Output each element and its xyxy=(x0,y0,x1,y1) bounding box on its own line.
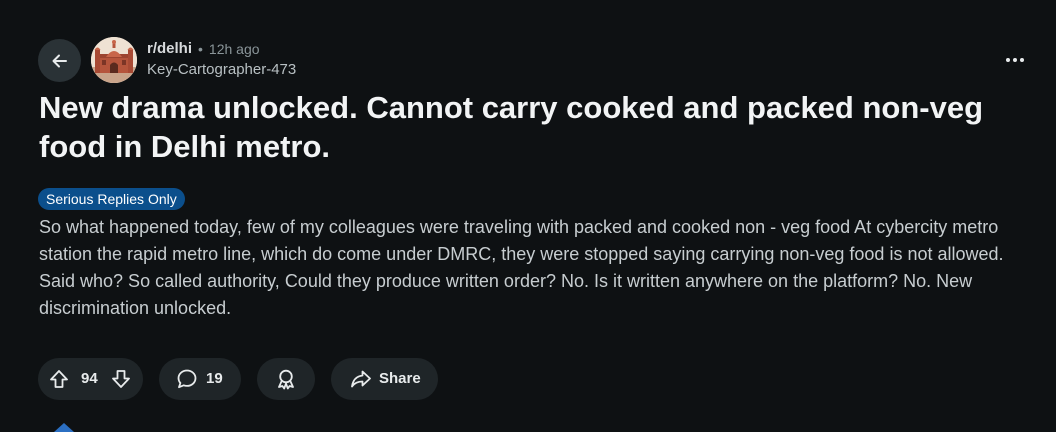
subreddit-link[interactable]: r/delhi xyxy=(147,40,192,58)
post-flair[interactable]: Serious Replies Only xyxy=(38,188,185,210)
post-body: So what happened today, few of my collea… xyxy=(39,217,1004,318)
post-detail: r/delhi • 12h ago Key-Cartographer-473 N… xyxy=(0,0,1056,432)
share-label: Share xyxy=(379,370,421,387)
arrow-left-icon xyxy=(52,54,67,67)
post-timestamp: 12h ago xyxy=(208,41,260,57)
downvote-button[interactable] xyxy=(109,367,133,391)
award-button[interactable] xyxy=(257,358,315,400)
comment-count: 19 xyxy=(206,370,223,387)
subreddit-avatar[interactable] xyxy=(91,37,137,83)
speech-bubble-icon xyxy=(177,369,197,389)
meta-separator: • xyxy=(198,41,203,57)
upvote-arrow-icon xyxy=(50,370,68,388)
red-fort-avatar xyxy=(91,37,137,83)
partial-icon xyxy=(54,423,74,432)
more-options-button[interactable] xyxy=(998,47,1032,73)
award-ribbon-icon xyxy=(278,369,294,390)
post-meta: r/delhi • 12h ago Key-Cartographer-473 xyxy=(147,40,296,79)
author-link[interactable]: Key-Cartographer-473 xyxy=(147,61,296,79)
vote-score: 94 xyxy=(81,370,98,387)
comments-button[interactable]: 19 xyxy=(159,358,241,400)
share-arrow-icon xyxy=(351,370,371,388)
post-title: New drama unlocked. Cannot carry cooked … xyxy=(39,90,984,164)
more-horizontal-icon xyxy=(1006,58,1024,62)
share-button[interactable]: Share xyxy=(331,358,438,400)
upvote-button[interactable] xyxy=(47,367,71,391)
downvote-arrow-icon xyxy=(112,370,130,388)
vote-bar: 94 xyxy=(38,358,143,400)
back-button[interactable] xyxy=(38,39,81,82)
